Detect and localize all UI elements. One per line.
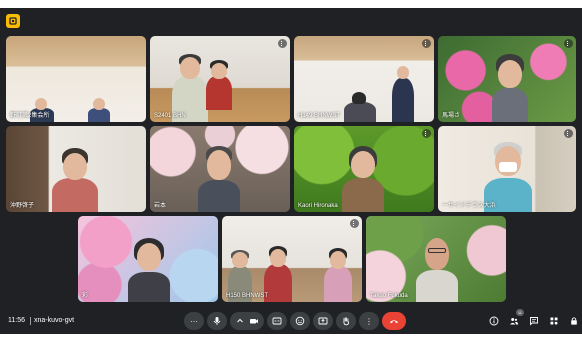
more-options-icon[interactable]: [422, 129, 431, 138]
participant-name: Kaori Hironaka: [298, 203, 338, 209]
camera-icon[interactable]: [249, 316, 259, 326]
chevron-up-icon[interactable]: [235, 316, 245, 326]
present-icon[interactable]: [313, 312, 333, 330]
participant-tile[interactable]: H150 BHNWST: [222, 216, 362, 302]
participant-name: S2401 BHN: [154, 113, 186, 119]
participant-figure: [196, 146, 242, 212]
captions-icon[interactable]: [267, 312, 287, 330]
participant-tile[interactable]: Kaori Hironaka: [294, 126, 434, 212]
participant-tile[interactable]: 沖野啓子: [6, 126, 146, 212]
camera-control[interactable]: [230, 312, 264, 330]
participant-figure: [490, 54, 530, 122]
participant-tile[interactable]: H149 BHNWST: [294, 36, 434, 122]
participant-name: 彩: [82, 293, 89, 299]
side-panel-controls: 11: [488, 309, 580, 327]
participant-figure: [84, 98, 114, 122]
participant-name: 馬場さ: [442, 113, 461, 119]
chat-icon[interactable]: [528, 315, 540, 327]
more-options-icon[interactable]: [564, 129, 573, 138]
participant-tile[interactable]: 馬場さ: [438, 36, 576, 122]
participant-count-badge: 11: [515, 309, 524, 316]
end-call-icon[interactable]: [382, 312, 406, 330]
meeting-code: xna-kuvo-gvt: [34, 317, 75, 324]
meeting-time: 11:56: [8, 317, 25, 324]
info-icon[interactable]: [488, 315, 500, 327]
microphone-icon[interactable]: [207, 312, 227, 330]
participant-name: H149 BHNWST: [298, 113, 341, 119]
participant-name: 岩本: [154, 203, 167, 209]
participant-name: H150 BHNWST: [226, 293, 269, 299]
host-controls-icon[interactable]: [568, 315, 580, 327]
participant-name: 沖野啓子: [10, 203, 35, 209]
participant-figure: [342, 92, 378, 122]
emoji-icon[interactable]: [290, 312, 310, 330]
participant-tile[interactable]: 彩: [78, 216, 218, 302]
participant-figure: [482, 142, 534, 212]
participant-figure: [50, 148, 100, 212]
participant-figure: [204, 60, 234, 110]
people-icon[interactable]: 11: [508, 309, 524, 327]
participant-name: 野町第2集会所: [10, 113, 50, 119]
participant-tile[interactable]: 野町第2集会所: [6, 36, 146, 122]
more-options-icon[interactable]: [422, 39, 431, 48]
call-controls: ··· ⋮: [184, 312, 406, 330]
bottom-control-bar: 11:56 xna-kuvo-gvt ··· ⋮ 11: [0, 309, 582, 334]
participant-name: ーサイドテラス大浜: [442, 203, 496, 209]
overflow-menu-icon[interactable]: ⋮: [359, 312, 379, 330]
participant-figure: [322, 248, 354, 302]
divider: [30, 317, 31, 325]
participant-tile[interactable]: Takuo Fukuda: [366, 216, 506, 302]
app-badge-icon[interactable]: [6, 14, 20, 28]
participant-tile[interactable]: ーサイドテラス大浜: [438, 126, 576, 212]
top-bar: [6, 14, 20, 28]
raise-hand-icon[interactable]: [336, 312, 356, 330]
meeting-window: 野町第2集会所 S2401 BHN H149 BHNWST 馬場さ 沖野啓子 岩…: [0, 8, 582, 334]
participant-figure: [340, 146, 386, 212]
participant-figure: [390, 66, 416, 122]
more-options-icon[interactable]: [564, 39, 573, 48]
activities-icon[interactable]: [548, 315, 560, 327]
more-options-icon[interactable]: [350, 219, 359, 228]
participant-name: Takuo Fukuda: [370, 293, 408, 299]
participant-tile[interactable]: S2401 BHN: [150, 36, 290, 122]
more-actions-icon[interactable]: ···: [184, 312, 204, 330]
participant-tile[interactable]: 岩本: [150, 126, 290, 212]
participant-figure: [414, 234, 460, 302]
participant-figure: [126, 238, 172, 302]
more-options-icon[interactable]: [278, 39, 287, 48]
